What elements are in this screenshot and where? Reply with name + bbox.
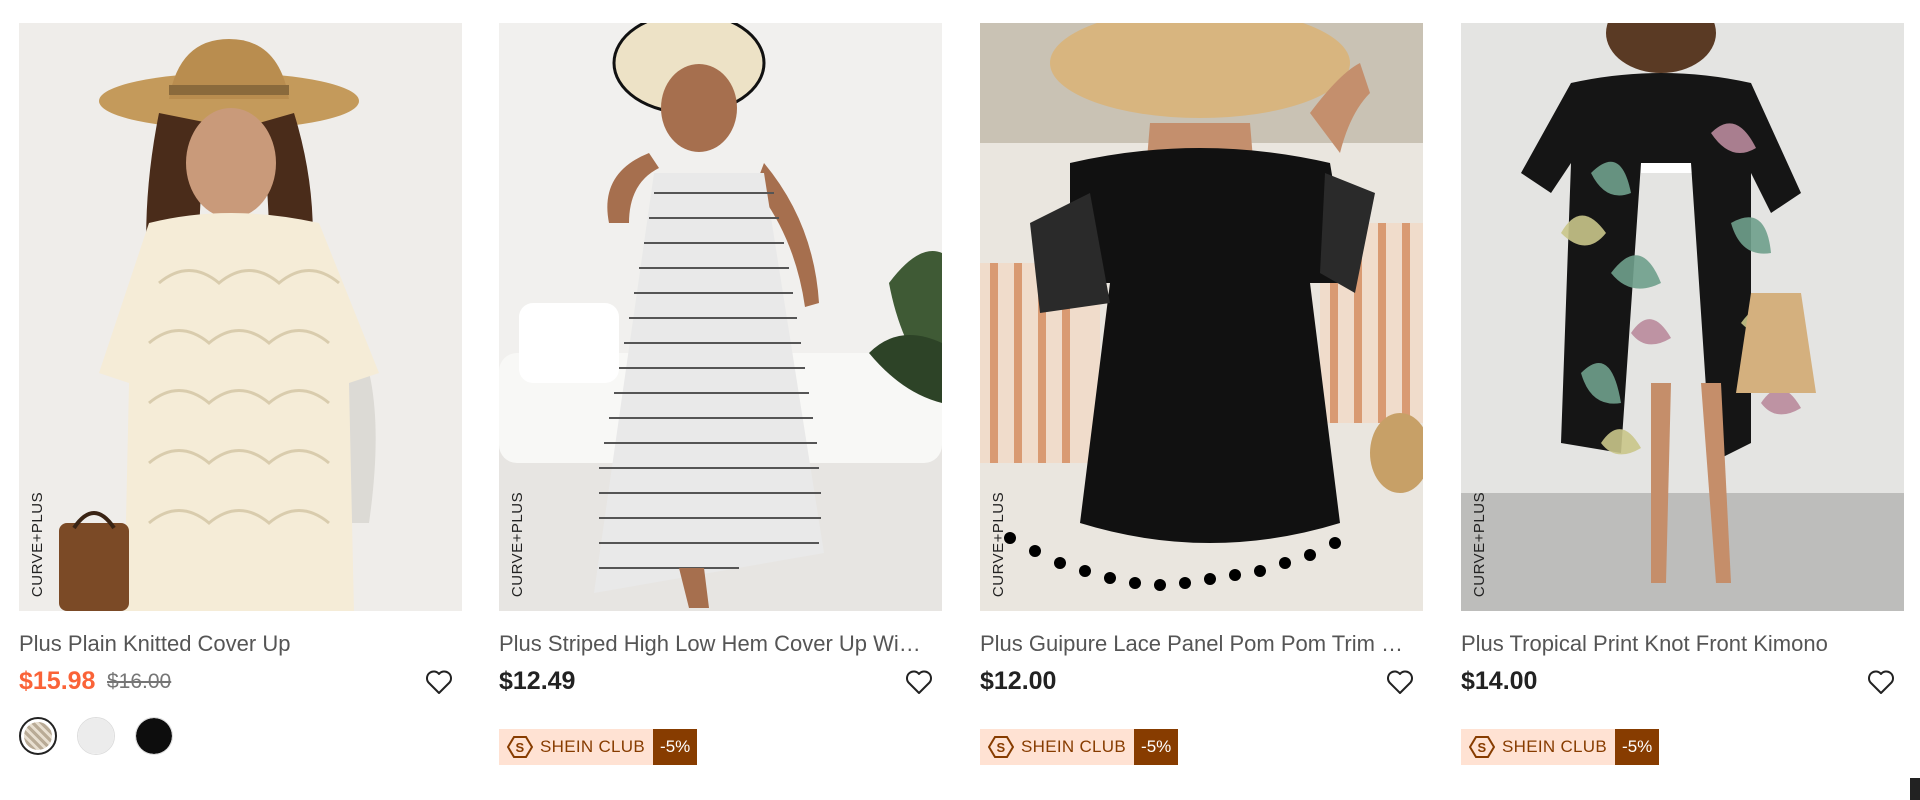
heart-outline-icon — [1387, 670, 1413, 694]
wishlist-button[interactable] — [424, 667, 454, 697]
shein-club-logo-icon: S — [507, 736, 533, 758]
product-card[interactable]: CURVE+PLUS Plus Striped High Low Hem Cov… — [499, 23, 942, 765]
price: $12.00 — [980, 667, 1057, 695]
club-label: S SHEIN CLUB — [980, 729, 1135, 765]
original-price: $16.00 — [107, 670, 172, 693]
brand-tag: CURVE+PLUS — [509, 491, 527, 597]
club-discount: -5% — [1615, 729, 1660, 765]
swatch-beige[interactable] — [19, 717, 57, 755]
product-image[interactable]: CURVE+PLUS — [19, 23, 462, 611]
swatch-black[interactable] — [135, 717, 173, 755]
sale-price: $15.98 — [19, 667, 96, 695]
product-photo-tropical-kimono — [1461, 23, 1904, 611]
heart-outline-icon — [426, 670, 452, 694]
price: $14.00 — [1461, 667, 1538, 695]
product-card[interactable]: CURVE+PLUS Plus Plain Knitted Cover Up $… — [19, 23, 462, 763]
product-photo-knitted-cover-up — [19, 23, 462, 611]
price: $12.49 — [499, 667, 576, 695]
wishlist-button[interactable] — [904, 667, 934, 697]
price-row: $12.49 — [499, 667, 942, 703]
wishlist-button[interactable] — [1866, 667, 1896, 697]
price-row: $14.00 — [1461, 667, 1904, 703]
product-photo-striped-dress — [499, 23, 942, 611]
product-title[interactable]: Plus Striped High Low Hem Cover Up Wi… — [499, 631, 942, 661]
product-card[interactable]: CURVE+PLUS Plus Tropical Print Knot Fron… — [1461, 23, 1904, 765]
shein-club-badge: S SHEIN CLUB -5% — [499, 729, 698, 765]
club-label: S SHEIN CLUB — [499, 729, 654, 765]
swatch-white[interactable] — [77, 717, 115, 755]
brand-tag: CURVE+PLUS — [1471, 491, 1489, 597]
svg-text:S: S — [1478, 740, 1487, 755]
heart-outline-icon — [1868, 670, 1894, 694]
product-title[interactable]: Plus Guipure Lace Panel Pom Pom Trim … — [980, 631, 1423, 661]
shein-club-logo-icon: S — [988, 736, 1014, 758]
product-grid: CURVE+PLUS Plus Plain Knitted Cover Up $… — [19, 23, 1904, 765]
heart-outline-icon — [906, 670, 932, 694]
product-image[interactable]: CURVE+PLUS — [1461, 23, 1904, 611]
shein-club-badge: S SHEIN CLUB -5% — [1461, 729, 1660, 765]
svg-text:S: S — [997, 740, 1006, 755]
product-card[interactable]: CURVE+PLUS Plus Guipure Lace Panel Pom P… — [980, 23, 1423, 765]
shein-club-logo-icon: S — [1469, 736, 1495, 758]
product-image[interactable]: CURVE+PLUS — [499, 23, 942, 611]
club-discount: -5% — [1134, 729, 1179, 765]
club-label: S SHEIN CLUB — [1461, 729, 1616, 765]
price-row: $12.00 — [980, 667, 1423, 703]
product-photo-lace-cover-up — [980, 23, 1423, 611]
product-title[interactable]: Plus Plain Knitted Cover Up — [19, 631, 462, 661]
scroll-edge-marker — [1910, 778, 1920, 800]
price-row: $15.98 $16.00 — [19, 667, 462, 703]
svg-text:S: S — [516, 740, 525, 755]
club-discount: -5% — [653, 729, 698, 765]
wishlist-button[interactable] — [1385, 667, 1415, 697]
brand-tag: CURVE+PLUS — [29, 491, 47, 597]
color-swatches — [19, 715, 319, 759]
product-image[interactable]: CURVE+PLUS — [980, 23, 1423, 611]
shein-club-badge: S SHEIN CLUB -5% — [980, 729, 1179, 765]
brand-tag: CURVE+PLUS — [990, 491, 1008, 597]
product-title[interactable]: Plus Tropical Print Knot Front Kimono — [1461, 631, 1904, 661]
